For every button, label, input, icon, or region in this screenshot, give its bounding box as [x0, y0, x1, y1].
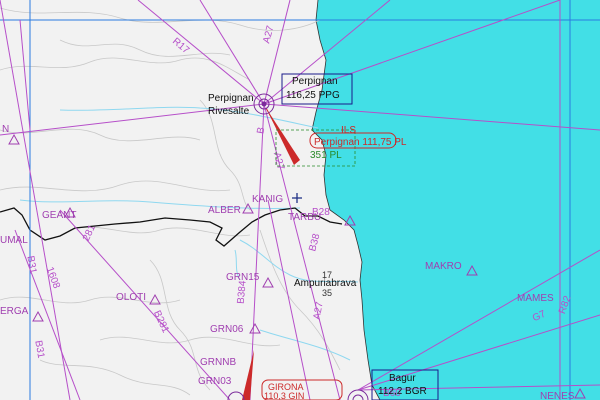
- fix-umal: UMAL: [0, 235, 28, 246]
- perpignan-airport-name-2: Rivesalte: [208, 106, 250, 117]
- perpignan-ils-freq: Perpignan 111,75 PL: [314, 137, 407, 148]
- fix-kanig: KANIG: [252, 194, 283, 205]
- bagur-vor-name: Bagur: [389, 373, 416, 384]
- fix-grnnb: GRNNB: [200, 357, 236, 368]
- fix-alber: ALBER: [208, 205, 241, 216]
- fix-grn06: GRN06: [210, 324, 244, 335]
- ampuriabrava-elev-2: 35: [322, 288, 332, 298]
- fix-tarbu: TARBU: [288, 212, 321, 223]
- navigation-chart[interactable]: R17 A27 B A27 A27 B384 B38 B28 B31 B31 1…: [0, 0, 600, 400]
- fix-grn15: GRN15: [226, 272, 260, 283]
- perpignan-airport-name: Perpignan: [208, 93, 254, 104]
- perpignan-vor-name: Perpignan: [292, 76, 338, 87]
- fix-nenes: NENES: [540, 391, 575, 400]
- fix-mames: MAMES: [517, 293, 554, 304]
- fix-n: N: [2, 124, 9, 135]
- perpignan-ils-label: ILS: [341, 125, 356, 136]
- ampuriabrava-elev-1: 17: [322, 270, 332, 280]
- fix-erga: ERGA: [0, 306, 29, 317]
- fix-makro: MAKRO: [425, 261, 462, 272]
- bagur-vor-freq: 112,2 BGR: [378, 386, 427, 397]
- fix-oloti: OLOTI: [116, 292, 146, 303]
- perpignan-ils-loc: 351 PL: [310, 150, 342, 161]
- perpignan-vor-freq: 116,25 PPG: [286, 90, 340, 101]
- fix-geant: GEANT: [42, 210, 76, 221]
- girona-ils-freq2: 110,3 GIN: [264, 391, 304, 400]
- fix-grn03: GRN03: [198, 376, 232, 387]
- airway-b384: B384: [236, 280, 249, 305]
